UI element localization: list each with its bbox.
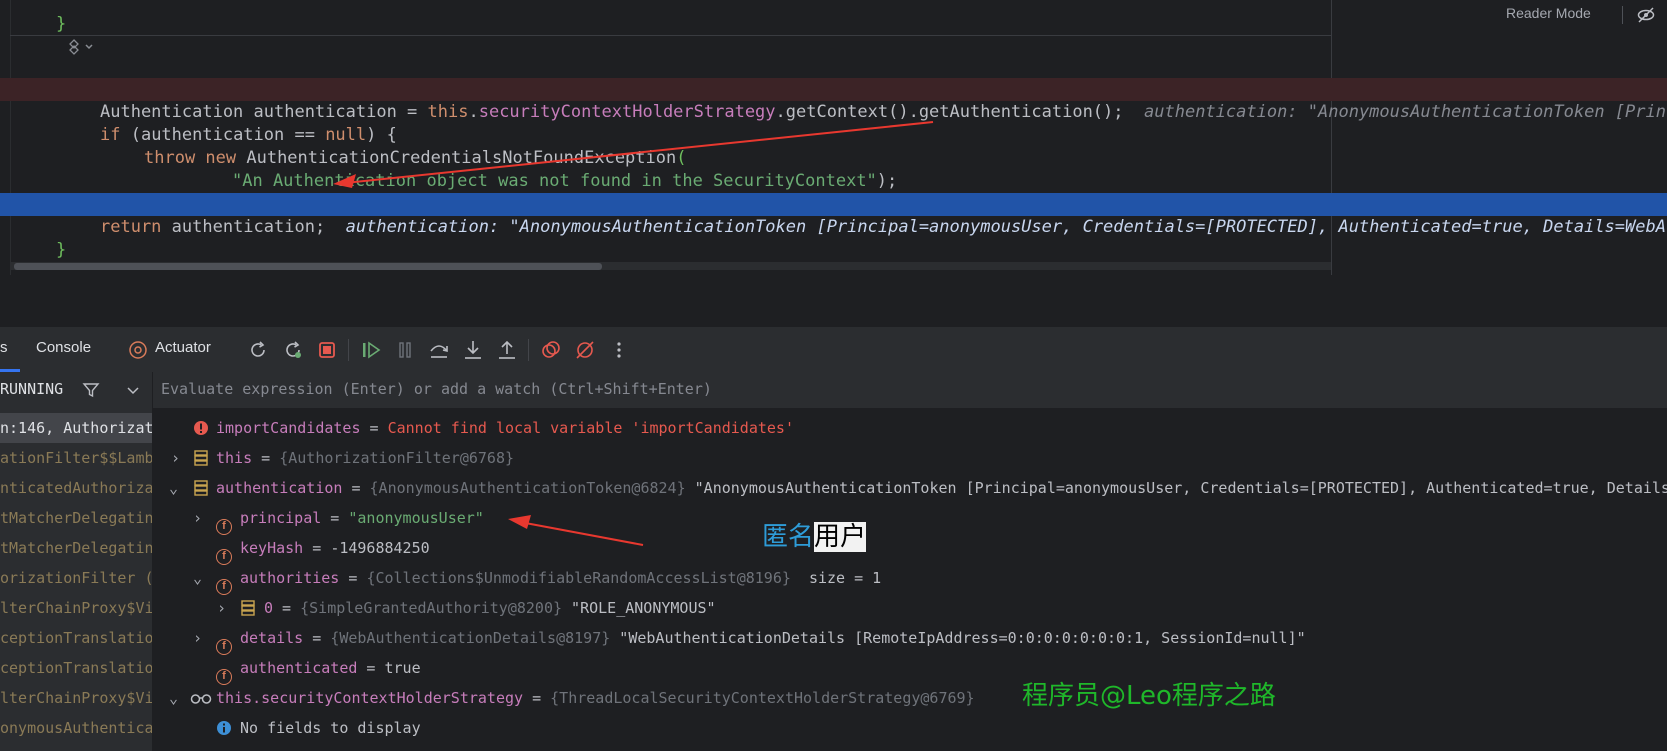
variable-row-authority-0[interactable]: › 0 = {SimpleGrantedAuthority@8200} "ROL… [153,593,1667,623]
frame-item[interactable]: n:146, AuthorizationFilter [0,413,152,443]
variable-row-authenticated[interactable]: f authenticated = true [153,653,1667,685]
error-icon [194,421,208,435]
field-icon: f [216,569,232,595]
object-icon [194,480,208,496]
code-line-if-close[interactable]: } [0,170,1667,214]
debug-toolbar: s Console Actuator [0,327,1667,373]
chevron-down-icon[interactable]: ⌄ [169,683,183,713]
code-line-execution-point[interactable]: return authentication; authentication: "… [0,193,1667,237]
variable-row-authorities[interactable]: ⌄ f authorities = {Collections$Unmodifia… [153,563,1667,595]
more-options-icon[interactable] [608,339,630,361]
variable-row-securityContextHolderStrategy[interactable]: ⌄ this.securityContextHolderStrategy = {… [153,683,1667,713]
reader-mode-divider [1622,6,1623,24]
frame-item[interactable]: lterChainProxy$VirtualFilterChain [0,593,152,623]
view-breakpoints-icon[interactable] [540,339,562,361]
annotation-anonymous-user: 匿名用户 [762,522,867,552]
tab-actuator[interactable]: Actuator [155,339,211,356]
frame-item[interactable]: ationFilter$$Lambda [0,443,152,473]
frame-item[interactable]: nticatedAuthorizationManager [0,473,152,503]
chevron-right-icon[interactable]: › [193,623,207,653]
mute-breakpoints-icon[interactable] [574,339,596,361]
variables-panel: Evaluate expression (Enter) or add a wat… [153,372,1667,751]
code-line-throw[interactable]: throw new AuthenticationCredentialsNotFo… [0,124,1667,168]
thread-status[interactable]: RUNNING [0,380,63,398]
chevron-right-icon[interactable]: › [193,503,207,533]
filter-icon[interactable] [82,381,100,399]
toolbar-separator [348,339,349,361]
code-editor[interactable]: } Reader Mode private Authentication get… [0,0,1667,275]
resume-icon[interactable] [360,339,382,361]
variable-row-keyHash[interactable]: f keyHash = -1496884250 [153,533,1667,565]
chevron-down-icon[interactable] [126,383,140,397]
variable-row-this[interactable]: › this = {AuthorizationFilter@6768} [153,443,1667,473]
frame-item[interactable]: tMatcherDelegatingAuthorizationManager [0,533,152,563]
field-icon: f [216,629,232,655]
pause-icon[interactable] [394,339,416,361]
chevron-down-icon[interactable]: ⌄ [193,563,207,593]
code-line-closing-brace-top: } [56,14,67,34]
object-icon [241,600,255,616]
actuator-icon [129,341,147,359]
stop-icon[interactable] [316,339,338,361]
frame-item[interactable]: tMatcherDelegatingAuthorizationManager [0,503,152,533]
code-line-if[interactable]: if (authentication == null) { [0,101,1667,145]
toolbar-separator [528,339,529,361]
variable-row-principal[interactable]: › f principal = "anonymousUser" [153,503,1667,535]
watch-glasses-icon [190,694,212,704]
info-icon [217,721,231,735]
frame-item[interactable]: orizationFilter ( [0,563,152,593]
step-over-icon[interactable] [428,339,450,361]
horizontal-scrollbar-thumb[interactable] [14,263,602,270]
field-icon: f [216,509,232,535]
frame-item[interactable]: ceptionTranslationFilter [0,653,152,683]
frame-item[interactable]: onymousAuthenticationFilter [0,713,152,743]
eye-off-icon[interactable] [1637,7,1655,23]
reader-mode-button[interactable]: Reader Mode [1506,5,1591,21]
chevron-right-icon[interactable]: › [217,593,231,623]
evaluate-placeholder: Evaluate expression (Enter) or add a wat… [161,380,712,398]
ai-assistant-gutter-icon[interactable] [66,38,96,56]
code-line-method-signature[interactable]: private Authentication getAuthentication… [0,55,1667,99]
step-into-icon[interactable] [462,339,484,361]
variable-row-no-fields: No fields to display [153,713,1667,743]
variable-row-importCandidates[interactable]: importCandidates = Cannot find local var… [153,413,1667,443]
code-line-message[interactable]: "An Authentication object was not found … [0,147,1667,191]
code-line-method-close[interactable]: } [0,216,1667,260]
code-line-breakpoint[interactable]: Authentication authentication = this.sec… [0,78,1667,122]
frame-item[interactable]: lterChainProxy$VirtualFilterChain [0,683,152,713]
evaluate-expression-field[interactable]: Evaluate expression (Enter) or add a wat… [153,372,1667,409]
tab-console[interactable]: Console [36,339,91,356]
chevron-right-icon[interactable]: › [171,443,185,473]
rerun-icon[interactable] [247,339,269,361]
panel-splitter[interactable] [0,275,1667,328]
variable-row-authentication[interactable]: ⌄ authentication = {AnonymousAuthenticat… [153,473,1667,503]
frames-header: RUNNING [0,372,152,408]
object-icon [194,450,208,466]
field-icon: f [216,539,232,565]
frames-panel: RUNNING n:146, AuthorizationFilter ation… [0,372,153,751]
chevron-down-icon[interactable]: ⌄ [169,473,183,503]
step-out-icon[interactable] [496,339,518,361]
frame-item[interactable]: ceptionTranslationFilter [0,623,152,653]
restart-icon[interactable] [282,339,304,361]
tab-debugger[interactable]: s [0,339,8,356]
watermark-text: 程序员@Leo程序之路 [1022,681,1276,711]
field-icon: f [216,659,232,685]
variable-row-details[interactable]: › f details = {WebAuthenticationDetails@… [153,623,1667,655]
method-separator [10,35,1331,36]
